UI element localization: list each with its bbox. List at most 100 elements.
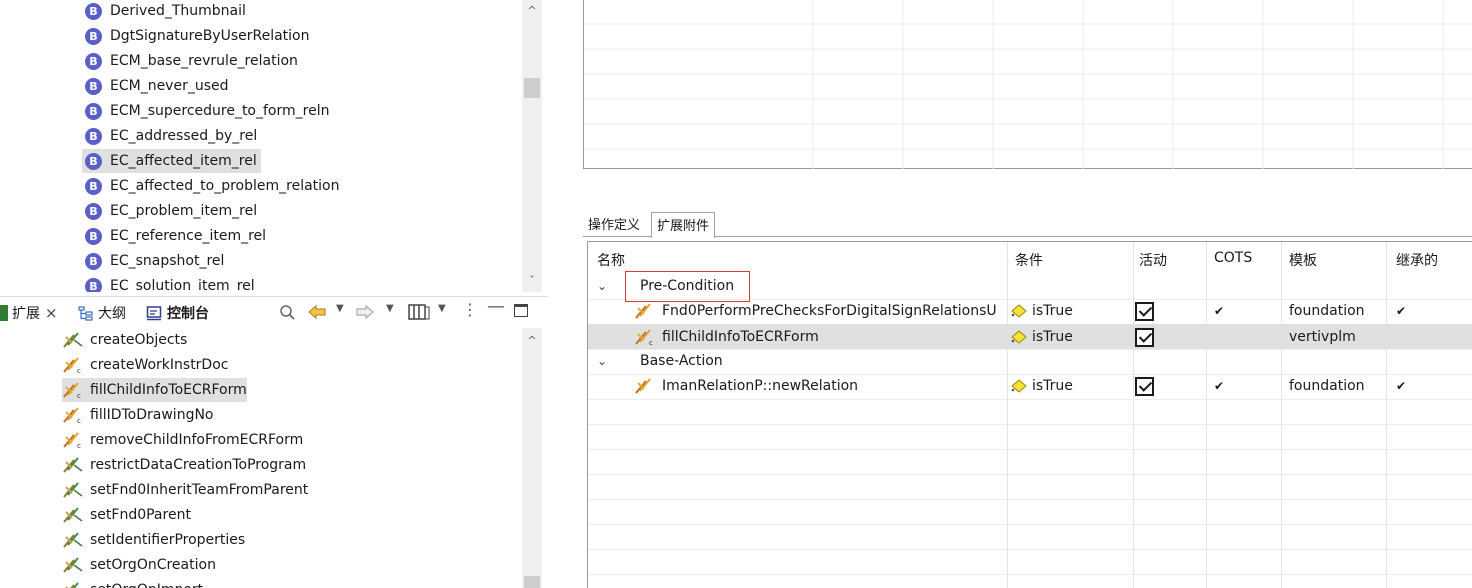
table-row-name[interactable]: c fillChildInfoToECRForm (634, 325, 819, 349)
tree-item[interactable]: B Derived_Thumbnail (82, 0, 250, 23)
collapse-chevron-icon[interactable]: ⌄ (597, 349, 607, 373)
column-divider (1386, 242, 1387, 588)
tree-item[interactable]: B EC_affected_to_problem_relation (82, 174, 343, 198)
checkbox-checked[interactable] (1135, 301, 1154, 321)
tree-item-selected[interactable]: B EC_affected_item_rel (82, 149, 261, 173)
extension-rule-icon (63, 532, 83, 548)
tree-item-label: EC_problem_item_rel (110, 203, 258, 219)
row-divider (588, 449, 1472, 450)
tree-item-label: EC_snapshot_rel (110, 253, 225, 269)
list-item[interactable]: c removeChildInfoFromECRForm (62, 428, 303, 452)
extension-rule-icon (63, 482, 83, 498)
table-row-name[interactable]: ImanRelationP::newRelation (634, 374, 858, 398)
extension-rule-icon (63, 457, 83, 473)
tree-item[interactable]: B ECM_never_used (82, 74, 233, 98)
list-item[interactable]: setOrgOnCreation (62, 553, 216, 577)
list-item-label: setFnd0Parent (90, 507, 191, 523)
checkbox-checked[interactable] (1135, 376, 1154, 396)
table-row-name[interactable]: Fnd0PerformPreChecksForDigitalSignRelati… (634, 299, 1007, 323)
tree-item-label: EC_affected_item_rel (110, 153, 257, 169)
scroll-down-icon[interactable]: ˇ (523, 272, 541, 288)
row-divider (588, 424, 1472, 425)
column-header-active[interactable]: 活动 (1139, 250, 1167, 270)
column-header-cots[interactable]: COTS (1214, 250, 1252, 266)
tree-item[interactable]: B ECM_supercedure_to_form_reln (82, 99, 333, 123)
scroll-up-icon[interactable]: ^ (523, 332, 541, 348)
column-header-name[interactable]: 名称 (597, 250, 625, 270)
tree-item[interactable]: B EC_solution_item_rel (82, 274, 259, 292)
condition-cell[interactable]: isTrue (1010, 325, 1073, 349)
extension-tabs: 操作定义 扩展附件 (583, 210, 1472, 238)
tree-item[interactable]: B EC_reference_item_rel (82, 224, 270, 248)
search-icon[interactable] (279, 304, 296, 321)
tab-label: 大纲 (98, 306, 126, 322)
list-item[interactable]: c createWorkInstrDoc (62, 353, 228, 377)
scrollbar-thumb[interactable] (524, 78, 540, 98)
condition-cell[interactable]: isTrue (1010, 374, 1073, 398)
tree-item-label: ECM_supercedure_to_form_reln (110, 103, 330, 119)
group-base-action[interactable]: Base-Action (640, 349, 723, 373)
tree-item-label: EC_reference_item_rel (110, 228, 267, 244)
dropdown-arrow-icon[interactable]: ▼ (386, 303, 394, 314)
tree-scrollbar[interactable]: ^ ˇ (522, 0, 542, 292)
maximize-icon[interactable] (514, 304, 528, 317)
list-item[interactable]: setIdentifierProperties (62, 528, 245, 552)
forward-arrow-icon[interactable] (356, 305, 374, 319)
active-checkbox[interactable] (1135, 325, 1154, 349)
tree-item[interactable]: B EC_addressed_by_rel (82, 124, 261, 148)
back-arrow-icon[interactable] (308, 305, 326, 319)
column-header-condition[interactable]: 条件 (1015, 250, 1043, 270)
list-item[interactable]: c fillIDToDrawingNo (62, 403, 214, 427)
scrollbar-thumb[interactable] (524, 576, 540, 588)
business-object-icon: B (85, 77, 102, 95)
column-header-template[interactable]: 模板 (1289, 250, 1317, 270)
dropdown-arrow-icon[interactable]: ▼ (438, 303, 446, 314)
condition-value: isTrue (1032, 303, 1073, 319)
list-scrollbar[interactable]: ^ (522, 328, 542, 588)
list-item[interactable]: setOrgOnImport (62, 578, 203, 588)
dropdown-arrow-icon[interactable]: ▼ (336, 303, 344, 314)
extension-rule-icon (63, 557, 83, 573)
active-checkbox[interactable] (1135, 299, 1154, 323)
list-item[interactable]: setFnd0InheritTeamFromParent (62, 478, 308, 502)
column-header-inherited[interactable]: 继承的 (1396, 250, 1438, 270)
more-options-icon[interactable]: ⋮ (462, 300, 478, 319)
list-item-label: setIdentifierProperties (90, 532, 246, 548)
tree-item[interactable]: B EC_snapshot_rel (82, 249, 228, 273)
operation-grid (583, 0, 1472, 169)
active-checkbox[interactable] (1135, 374, 1154, 398)
tree-item[interactable]: B EC_problem_item_rel (82, 199, 261, 223)
tree-item-label: EC_affected_to_problem_relation (110, 178, 340, 194)
tree-item[interactable]: B DgtSignatureByUserRelation (82, 24, 314, 48)
minimize-icon[interactable]: — (487, 296, 505, 317)
list-item[interactable]: restrictDataCreationToProgram (62, 453, 306, 477)
list-item-label: setFnd0InheritTeamFromParent (90, 482, 309, 498)
column-divider (1281, 242, 1282, 588)
svg-text:c: c (77, 442, 81, 449)
tab-outline[interactable]: 大纲 (78, 303, 126, 323)
list-item[interactable]: setFnd0Parent (62, 503, 191, 527)
tree-item-label: EC_solution_item_rel (110, 278, 255, 292)
tab-operation-definition[interactable]: 操作定义 (583, 212, 645, 237)
list-item-label: setOrgOnImport (90, 582, 203, 588)
svg-text:c: c (77, 392, 81, 399)
tree-item[interactable]: B ECM_base_revrule_relation (82, 49, 302, 73)
extension-attachment-table: 名称 条件 活动 COTS 模板 继承的 ⌄ Pre-Condition Fnd… (587, 241, 1472, 588)
scroll-up-icon[interactable]: ^ (523, 2, 541, 18)
collapse-chevron-icon[interactable]: ⌄ (597, 274, 607, 298)
list-item-selected[interactable]: c fillChildInfoToECRForm (62, 378, 247, 402)
checkbox-checked[interactable] (1135, 327, 1154, 347)
tab-extensions[interactable]: 扩展 × (0, 303, 58, 323)
extension-name: Fnd0PerformPreChecksForDigitalSignRelati… (662, 303, 997, 319)
condition-cell[interactable]: isTrue (1010, 299, 1073, 323)
tab-extension-attachments[interactable]: 扩展附件 (651, 212, 716, 238)
inherited-check: ✔ (1396, 304, 1407, 318)
business-object-icon: B (85, 177, 102, 195)
list-item[interactable]: createObjects (62, 328, 187, 352)
view-menu-icon[interactable] (408, 303, 430, 321)
close-icon[interactable]: × (45, 304, 58, 322)
tab-console[interactable]: 控制台 (146, 303, 209, 323)
list-item-label: restrictDataCreationToProgram (90, 457, 307, 473)
business-object-icon: B (85, 127, 102, 145)
inherited-check: ✔ (1396, 379, 1407, 393)
